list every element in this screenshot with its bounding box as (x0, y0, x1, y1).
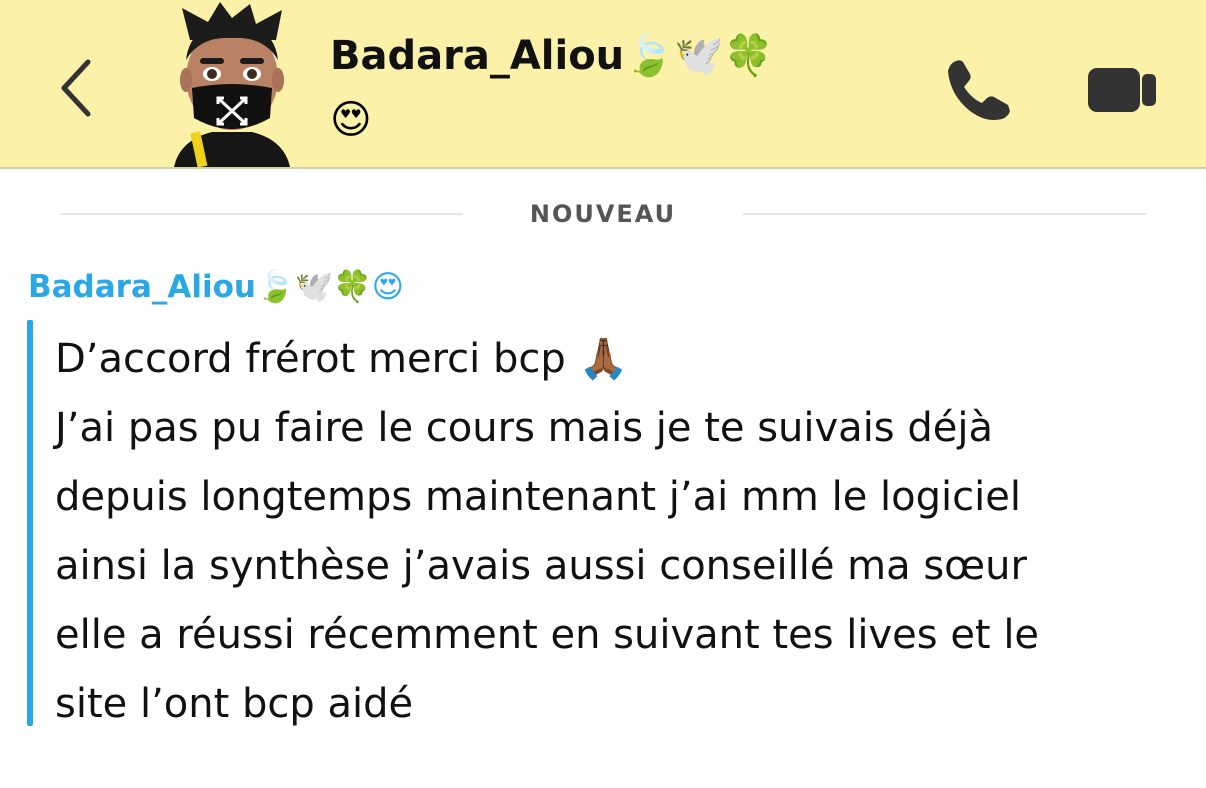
contact-status-emoji: 😍 (330, 97, 372, 143)
sender-name: Badara_Aliou (28, 269, 256, 305)
message-line: site l’ont bcp aidé (55, 681, 414, 727)
bitmoji-avatar-image (174, 2, 290, 168)
message-sender: Badara_Aliou🍃🕊️🍀😍 (28, 262, 404, 312)
message-line: J’ai pas pu faire le cours mais je te su… (55, 405, 993, 451)
back-button[interactable] (48, 50, 104, 126)
chat-message[interactable]: D’accord frérot merci bcp 🙏🏾 J’ai pas pu… (55, 325, 1185, 739)
chevron-left-icon (61, 59, 91, 117)
message-line: ainsi la synthèse j’avais aussi conseill… (55, 543, 1027, 589)
message-line: depuis longtemps maintenant j’ai mm le l… (55, 474, 1021, 520)
contact-name[interactable]: Badara_Aliou🍃🕊️🍀 (330, 26, 774, 86)
voice-call-button[interactable] (942, 55, 1016, 125)
divider-line-right (743, 213, 1146, 215)
message-line: elle a réussi récemment en suivant tes l… (55, 612, 1040, 658)
phone-icon (948, 60, 1010, 120)
avatar[interactable] (160, 0, 310, 168)
divider-line-left (60, 213, 463, 215)
sender-emojis: 🍃🕊️🍀😍 (255, 269, 405, 305)
new-messages-divider-label: NOUVEAU (529, 200, 677, 228)
video-camera-icon (1088, 68, 1156, 112)
chat-header: Badara_Aliou🍃🕊️🍀 😍 (0, 0, 1206, 169)
video-call-button[interactable] (1084, 60, 1162, 120)
contact-name-emojis: 🍃🕊️🍀 (624, 33, 774, 79)
message-line: D’accord frérot merci bcp 🙏🏾 (55, 336, 629, 382)
message-accent-bar (27, 320, 33, 726)
contact-name-text: Badara_Aliou (330, 33, 625, 79)
